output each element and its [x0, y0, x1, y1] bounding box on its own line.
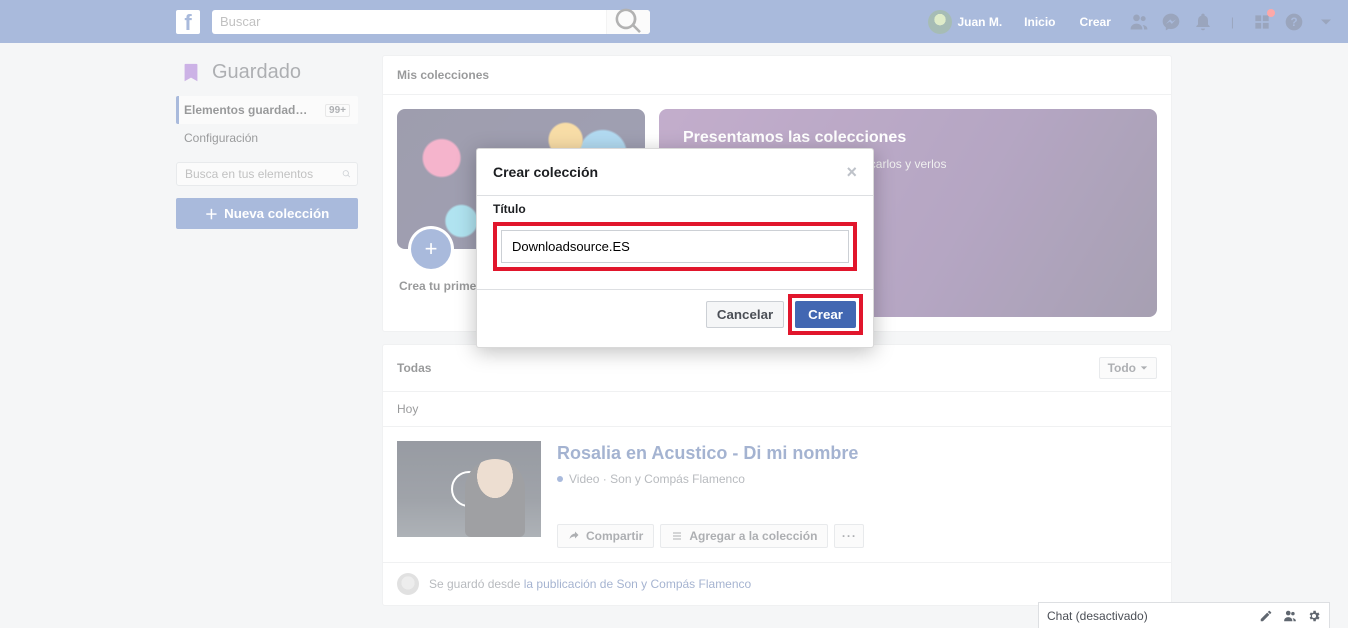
- collection-title-input[interactable]: [501, 230, 849, 263]
- highlight-title-input: [493, 222, 857, 271]
- modal-title: Crear colección: [493, 164, 598, 180]
- people-icon[interactable]: [1283, 609, 1297, 623]
- chat-dock[interactable]: Chat (desactivado): [1038, 602, 1330, 628]
- close-icon[interactable]: ×: [846, 163, 857, 181]
- cancel-button[interactable]: Cancelar: [706, 301, 784, 328]
- create-button[interactable]: Crear: [795, 301, 856, 328]
- highlight-create-button: Crear: [788, 294, 863, 335]
- field-label-title: Título: [493, 202, 857, 216]
- create-collection-modal: Crear colección × Título Cancelar Crear: [476, 148, 874, 348]
- gear-icon[interactable]: [1307, 609, 1321, 623]
- chat-label: Chat (desactivado): [1047, 609, 1148, 623]
- compose-icon[interactable]: [1259, 609, 1273, 623]
